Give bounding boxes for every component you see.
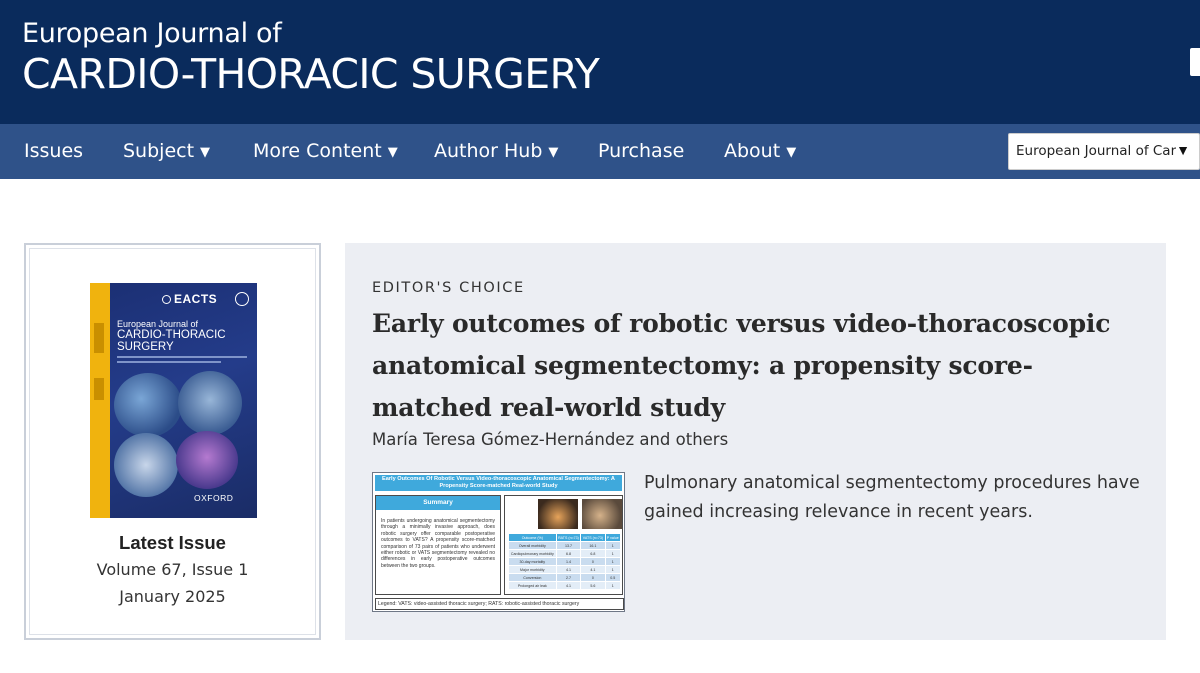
- table-row: Conversion 2.7 0 0.5: [508, 573, 621, 582]
- chevron-down-icon: ▼: [200, 145, 211, 160]
- editors-choice-label: EDITOR'S CHOICE: [372, 280, 525, 296]
- oxford-logo: OXFORD: [194, 493, 234, 503]
- cover-subtitle-lines: [117, 356, 247, 366]
- nav-item-subject[interactable]: Subject ▼: [123, 124, 210, 179]
- journal-title-prefix[interactable]: European Journal of: [22, 18, 282, 49]
- dropdown-arrow-icon: ▼: [1176, 142, 1190, 158]
- latest-issue-heading[interactable]: Latest Issue: [26, 532, 319, 554]
- nav-item-purchase[interactable]: Purchase: [598, 124, 684, 179]
- table-row: Major morbidity 4.1 4.1 1: [508, 565, 621, 574]
- nav-item-author-hub[interactable]: Author Hub ▼: [434, 124, 558, 179]
- nav-item-label: More Content: [253, 140, 382, 162]
- issue-cover-image[interactable]: EACTS European Journal of CARDIO-THORACI…: [90, 283, 257, 518]
- table-header-row: Outcome (%) RATS (n=73) VATS (n=73) P va…: [508, 533, 621, 542]
- table-row: Cardiopulmonary morbidity 6.8 6.8 1: [508, 549, 621, 558]
- journal-select-value: European Journal of Cardi: [1016, 143, 1176, 159]
- editors-choice-panel: EDITOR'S CHOICE Early outcomes of roboti…: [345, 243, 1166, 640]
- cover-title: CARDIO-THORACIC SURGERY: [117, 329, 226, 353]
- cover-photo: [114, 373, 182, 437]
- outcomes-table: Outcome (%) RATS (n=73) VATS (n=73) P va…: [508, 533, 621, 590]
- scrollbar-thumb[interactable]: [1190, 48, 1200, 76]
- graphical-abstract-legend: Legend: VATS: video-assisted thoracic su…: [375, 598, 624, 610]
- cover-photo: [176, 431, 238, 489]
- issue-volume: Volume 67, Issue 1: [96, 560, 249, 579]
- latest-issue-card: EACTS European Journal of CARDIO-THORACI…: [24, 243, 321, 640]
- summary-title: Summary: [376, 496, 500, 510]
- nav-item-label: About: [724, 140, 781, 162]
- nav-item-label: Issues: [24, 140, 84, 162]
- graphical-abstract-results: Outcome (%) RATS (n=73) VATS (n=73) P va…: [504, 495, 623, 595]
- nav-item-issues[interactable]: Issues: [24, 124, 83, 179]
- chevron-down-icon: ▼: [548, 145, 559, 160]
- article-title-link[interactable]: Early outcomes of robotic versus video-t…: [372, 303, 1142, 429]
- cover-photo: [114, 433, 178, 497]
- table-row: 30-day mortality 1.4 0 1: [508, 557, 621, 566]
- chevron-down-icon: ▼: [786, 145, 797, 160]
- issue-date: January 2025: [119, 587, 226, 606]
- nav-item-label: Purchase: [598, 140, 685, 162]
- journal-select[interactable]: European Journal of Cardi ▼: [1008, 133, 1200, 170]
- table-row: Prolonged air leak 4.1 5.6 1: [508, 581, 621, 590]
- masthead: European Journal of CARDIO-THORACIC SURG…: [0, 0, 1200, 124]
- cover-spine: [90, 283, 110, 518]
- article-abstract-snippet: Pulmonary anatomical segmentectomy proce…: [644, 473, 1140, 522]
- chevron-down-icon: ▼: [387, 145, 398, 160]
- cover-photo: [178, 371, 242, 435]
- nav-item-more-content[interactable]: More Content ▼: [253, 124, 398, 179]
- graphical-abstract-heading: Early Outcomes Of Robotic Versus Video-t…: [375, 475, 622, 491]
- nav-item-label: Author Hub: [434, 140, 543, 162]
- cover-title-prefix: European Journal of: [117, 319, 199, 329]
- graphical-abstract-summary: Summary In patients undergoing anatomica…: [375, 495, 501, 595]
- article-authors: María Teresa Gómez-Hernández and others: [372, 430, 729, 449]
- journal-title[interactable]: CARDIO-THORACIC SURGERY: [22, 50, 600, 98]
- society-emblem-icon: [235, 292, 249, 306]
- eacts-logo: EACTS: [162, 292, 217, 306]
- graphical-abstract-image[interactable]: Early Outcomes Of Robotic Versus Video-t…: [372, 472, 625, 612]
- nav-item-about[interactable]: About ▼: [724, 124, 796, 179]
- surgery-photo: [582, 499, 622, 529]
- nav-item-label: Subject: [123, 140, 195, 162]
- table-row: Overall morbidity 13.7 16.1 1: [508, 541, 621, 550]
- surgery-photo: [538, 499, 578, 529]
- summary-text: In patients undergoing anatomical segmen…: [381, 518, 495, 569]
